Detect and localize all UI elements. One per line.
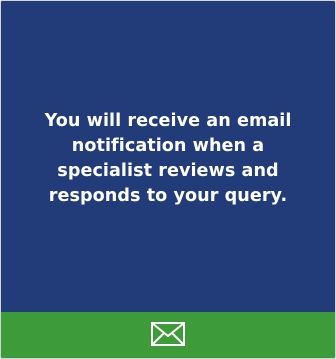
footer-bar [1,312,335,358]
message-panel: You will receive an email notification w… [1,1,335,312]
email-notification-card: You will receive an email notification w… [0,0,336,359]
notification-message: You will receive an email notification w… [44,110,292,206]
envelope-icon [151,322,185,346]
